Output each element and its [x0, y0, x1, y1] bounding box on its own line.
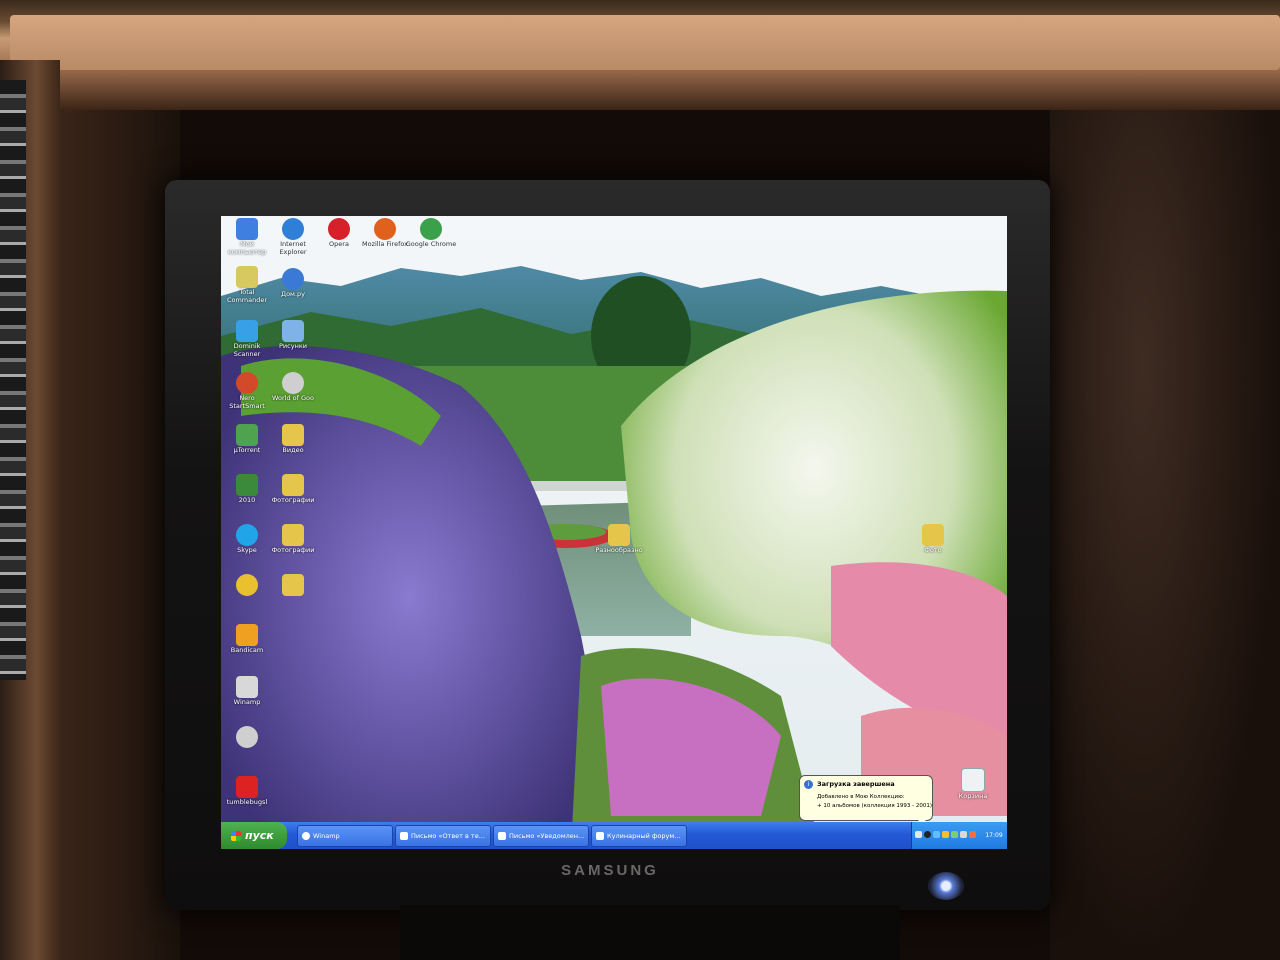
bandicam-icon	[236, 624, 258, 646]
tray-clock: 17:09	[985, 832, 1003, 839]
recycle-bin-icon	[961, 768, 985, 792]
tray-volume-icon[interactable]	[951, 831, 958, 838]
monitor-stand	[400, 905, 900, 960]
firefox-icon	[374, 218, 396, 240]
tray-security-icon[interactable]	[942, 831, 949, 838]
tray-network-icon[interactable]	[933, 831, 940, 838]
taskbar-button-forum[interactable]: Кулинарный форум...	[591, 825, 687, 847]
desktop-screen: Мой компьютер Total Commander Dominik Sc…	[221, 216, 1007, 849]
desktop-icon-folder[interactable]	[267, 574, 319, 596]
folder-icon	[282, 524, 304, 546]
chrome-icon	[420, 218, 442, 240]
shelf-edge	[10, 15, 1280, 70]
desktop-icon-pictures[interactable]: Рисунки	[267, 320, 319, 350]
folder-icon	[282, 424, 304, 446]
desktop-icon-world-of-goo[interactable]: World of Goo	[267, 372, 319, 402]
wall-right	[1050, 110, 1280, 960]
world-of-goo-icon	[282, 372, 304, 394]
nero-icon	[236, 372, 258, 394]
tray-app-icon[interactable]	[969, 831, 976, 838]
notification-line-2: + 10 альбомов (коллекция 1993 - 2001)	[817, 803, 933, 809]
desktop-icon-winamp[interactable]: Winamp	[221, 676, 273, 706]
start-label: пуск	[245, 829, 274, 842]
desktop-icon-app[interactable]	[221, 574, 273, 596]
notification-line-1: Добавлено в Мою Коллекцию:	[817, 794, 905, 800]
monitor-brand-logo: SAMSUNG	[561, 862, 659, 879]
taskbar-button-winamp[interactable]: Winamp	[297, 825, 393, 847]
my-computer-icon	[236, 218, 258, 240]
desktop-icon-firefox[interactable]: Mozilla Firefox	[359, 218, 411, 248]
desktop-icon-nero[interactable]: Nero StartSmart	[221, 372, 273, 410]
desktop-icon-misc-folder[interactable]: Разнообразно	[593, 524, 645, 554]
opera-icon	[328, 218, 350, 240]
desktop-icon-photos-folder-2[interactable]: Фотографии	[267, 524, 319, 554]
mail-icon	[400, 832, 408, 840]
taskbar-button-mail-1[interactable]: Письмо «Ответ в те...	[395, 825, 491, 847]
desktop-icon-internet-explorer[interactable]: Internet Explorer	[267, 218, 319, 256]
desktop-icon-tumblebugs[interactable]: tumblebugsl	[221, 776, 273, 806]
windows-logo-icon	[231, 831, 241, 841]
desktop-icon-scanner[interactable]: Dominik Scanner	[221, 320, 273, 358]
folder-icon	[608, 524, 630, 546]
desktop-icon-bandicam[interactable]: Bandicam	[221, 624, 273, 654]
winamp-icon	[236, 676, 258, 698]
folder-icon	[282, 474, 304, 496]
tray-language-icon[interactable]	[960, 831, 967, 838]
total-commander-icon	[236, 266, 258, 288]
browser-icon	[596, 832, 604, 840]
desktop-icon-utorrent[interactable]: µTorrent	[221, 424, 273, 454]
tray-media-icon[interactable]	[924, 831, 931, 838]
info-icon: i	[804, 780, 813, 789]
utorrent-icon	[236, 424, 258, 446]
tumblebugs-icon	[236, 776, 258, 798]
taskbar-button-label: Письмо «Ответ в те...	[411, 832, 485, 840]
mail-icon	[498, 832, 506, 840]
desktop-icon-total-commander[interactable]: Total Commander	[221, 266, 273, 304]
desktop-icon-photo-folder[interactable]: Фото	[907, 524, 959, 554]
taskbar-button-label: Письмо «Уведомлен...	[509, 832, 585, 840]
taskbar-button-label: Кулинарный форум...	[607, 832, 681, 840]
power-button[interactable]	[928, 872, 964, 900]
desktop-icon-video-folder[interactable]: Видео	[267, 424, 319, 454]
desktop-icon-domru[interactable]: Дом.ру	[267, 268, 319, 298]
document-icon	[282, 320, 304, 342]
notification-title: Загрузка завершена	[817, 780, 895, 788]
skype-icon	[236, 524, 258, 546]
desktop-icon-skype[interactable]: Skype	[221, 524, 273, 554]
desktop-icon-photos-folder[interactable]: Фотографии	[267, 474, 319, 504]
internet-explorer-icon	[282, 218, 304, 240]
app-icon	[236, 574, 258, 596]
taskbar-button-mail-2[interactable]: Письмо «Уведомлен...	[493, 825, 589, 847]
folder-icon	[282, 574, 304, 596]
desktop-icon-chrome[interactable]: Google Chrome	[405, 218, 457, 248]
globe-icon	[282, 268, 304, 290]
folder-icon	[922, 524, 944, 546]
tray-info-icon[interactable]	[915, 831, 922, 838]
desktop-icon-2010[interactable]: 2010	[221, 474, 273, 504]
taskbar-button-label: Winamp	[313, 832, 340, 840]
scanner-icon	[236, 320, 258, 342]
desktop-icon-recycle-bin[interactable]: Корзина	[947, 768, 999, 800]
desktop-icon-opera[interactable]: Opera	[313, 218, 365, 248]
wall-left	[60, 110, 180, 960]
notification-balloon[interactable]: i Загрузка завершена Добавлено в Мою Кол…	[799, 775, 933, 821]
bookshelf-cds	[0, 80, 26, 680]
skull-icon	[236, 726, 258, 748]
desktop-icon-skull[interactable]	[221, 726, 273, 748]
winamp-icon	[302, 832, 310, 840]
start-button[interactable]: пуск	[221, 822, 287, 849]
program-icon	[236, 474, 258, 496]
desktop-icon-my-computer[interactable]: Мой компьютер	[221, 218, 273, 256]
